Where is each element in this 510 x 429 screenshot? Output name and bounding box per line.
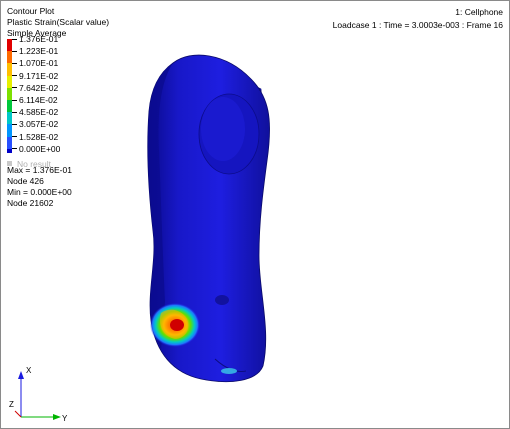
cellphone-model[interactable] bbox=[1, 1, 509, 428]
legend-tick bbox=[12, 123, 17, 125]
legend-label: 1.223E-01 bbox=[19, 46, 59, 57]
y-axis-arrow bbox=[53, 414, 61, 420]
legend-tick bbox=[12, 136, 17, 138]
min-max-stats: Max = 1.376E-01 Node 426 Min = 0.000E+00… bbox=[7, 165, 72, 209]
legend-tick bbox=[12, 87, 17, 89]
axis-triad-icon[interactable]: X Y Z bbox=[3, 361, 73, 423]
legend-label: 1.070E-01 bbox=[19, 58, 59, 69]
x-axis-label: X bbox=[26, 366, 32, 375]
legend-label: 1.376E-01 bbox=[19, 34, 59, 45]
max-node: Node 426 bbox=[7, 176, 44, 186]
graphics-viewport[interactable]: Contour Plot Plastic Strain(Scalar value… bbox=[0, 0, 510, 429]
loadcase-info: Loadcase 1 : Time = 3.0003e-003 : Frame … bbox=[332, 20, 503, 30]
min-value: Min = 0.000E+00 bbox=[7, 187, 72, 197]
legend-label: 3.057E-02 bbox=[19, 119, 59, 130]
x-axis-arrow bbox=[18, 371, 24, 379]
legend-label: 6.114E-02 bbox=[19, 95, 58, 106]
max-value: Max = 1.376E-01 bbox=[7, 165, 72, 175]
legend-labels: 1.376E-01 1.223E-01 1.070E-01 9.171E-02 … bbox=[7, 33, 61, 169]
legend-label: 0.000E+00 bbox=[19, 143, 61, 154]
legend-tick bbox=[12, 38, 17, 40]
legend-tick bbox=[12, 148, 17, 150]
legend-tick bbox=[12, 111, 17, 113]
legend-tick bbox=[12, 50, 17, 52]
result-type: Plastic Strain(Scalar value) bbox=[7, 17, 110, 27]
legend-label: 9.171E-02 bbox=[19, 70, 59, 81]
legend-tick bbox=[12, 62, 17, 64]
z-axis-line bbox=[14, 410, 22, 418]
z-axis-label: Z bbox=[9, 400, 14, 409]
button-feature bbox=[215, 295, 229, 305]
legend-tick bbox=[12, 75, 17, 77]
plot-title: Contour Plot bbox=[7, 6, 55, 16]
legend-tick bbox=[12, 99, 17, 101]
stress-patch-small bbox=[221, 368, 237, 374]
model-name: 1: Cellphone bbox=[455, 7, 503, 17]
model-info: 1: Cellphone Loadcase 1 : Time = 3.0003e… bbox=[333, 6, 503, 32]
y-axis-label: Y bbox=[62, 414, 68, 423]
legend-label: 7.642E-02 bbox=[19, 82, 59, 93]
min-node: Node 21602 bbox=[7, 198, 54, 208]
legend-label: 4.585E-02 bbox=[19, 107, 59, 118]
legend-label: 1.528E-02 bbox=[19, 131, 59, 142]
